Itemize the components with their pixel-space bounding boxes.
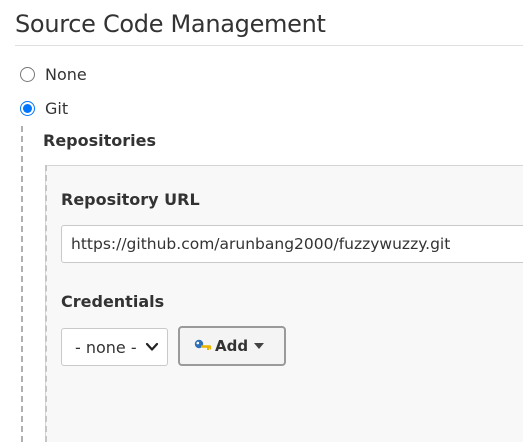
repository-url-label: Repository URL [61,190,200,209]
git-radio[interactable] [20,100,35,116]
repository-url-input[interactable]: https://github.com/arunbang2000/fuzzywuz… [61,225,523,263]
repository-panel-rail [45,165,47,442]
repositories-heading: Repositories [43,131,157,150]
key-icon [194,339,212,350]
add-button-label: Add [215,337,249,355]
credentials-label: Credentials [61,292,165,311]
section-divider [15,45,523,46]
scm-option-git[interactable]: Git [20,97,68,119]
credentials-selected-value: - none - [75,337,137,357]
scm-page: Source Code Management None Git Reposito… [0,0,523,442]
none-radio-label[interactable]: None [45,65,87,84]
credentials-select[interactable]: - none - [61,328,168,366]
section-title: Source Code Management [15,10,326,38]
chevron-down-icon [145,342,159,351]
none-radio[interactable] [20,66,35,82]
add-credentials-button[interactable]: Add [178,326,286,366]
git-radio-label[interactable]: Git [45,99,68,118]
scm-option-none[interactable]: None [20,63,87,85]
caret-down-icon [254,343,265,349]
git-section-rail [21,126,23,442]
